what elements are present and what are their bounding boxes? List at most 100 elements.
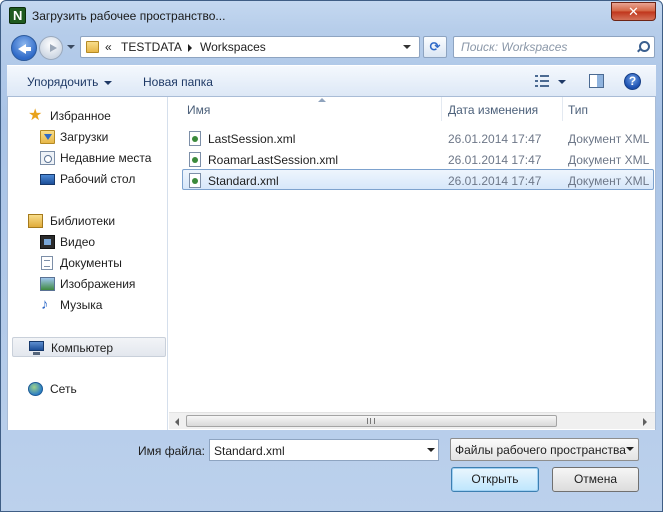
nav-libraries[interactable]: Библиотеки	[8, 211, 167, 231]
filename-input[interactable]: Standard.xml	[209, 439, 439, 461]
nav-downloads[interactable]: Загрузки	[8, 127, 167, 147]
chevron-down-icon	[104, 80, 113, 85]
app-icon	[9, 7, 26, 24]
filetype-select[interactable]: Файлы рабочего пространства	[450, 438, 639, 461]
navigation-pane: ★ Избранное Загрузки Недавние места Рабо…	[8, 97, 168, 430]
address-bar[interactable]: « TESTDATA Workspaces	[80, 36, 420, 58]
file-name: Standard.xml	[208, 174, 279, 188]
nav-desktop[interactable]: Рабочий стол	[8, 169, 167, 189]
view-options-icon[interactable]	[535, 75, 549, 87]
close-button[interactable]: ✕	[611, 2, 656, 21]
view-options-dropdown-icon[interactable]	[558, 80, 566, 84]
horizontal-scrollbar[interactable]	[169, 412, 655, 429]
video-icon	[40, 235, 55, 249]
refresh-button[interactable]: ⟳	[423, 36, 447, 58]
file-type: Документ XML	[568, 174, 650, 188]
nav-favorites-label: Избранное	[50, 109, 111, 123]
nav-pictures[interactable]: Изображения	[8, 274, 167, 294]
folder-icon	[86, 41, 99, 53]
file-name: RoamarLastSession.xml	[208, 153, 339, 167]
nav-video[interactable]: Видео	[8, 232, 167, 252]
filename-value: Standard.xml	[214, 444, 285, 458]
column-date-label: Дата изменения	[448, 103, 539, 117]
star-icon: ★	[28, 107, 43, 124]
search-input[interactable]: Поиск: Workspaces	[453, 36, 655, 58]
pictures-icon	[40, 277, 55, 291]
content-area: ★ Избранное Загрузки Недавние места Рабо…	[7, 97, 656, 430]
recent-places-icon	[40, 151, 55, 165]
scrollbar-thumb[interactable]	[186, 415, 557, 427]
forward-button[interactable]	[39, 36, 63, 60]
organize-label: Упорядочить	[27, 75, 99, 89]
nav-video-label: Видео	[60, 235, 96, 249]
nav-downloads-label: Загрузки	[60, 130, 109, 144]
nav-music[interactable]: ♪ Музыка	[8, 295, 167, 315]
nav-pictures-label: Изображения	[60, 277, 136, 291]
open-file-dialog: Загрузить рабочее пространство... ✕ « TE…	[0, 0, 663, 512]
nav-documents-label: Документы	[60, 256, 122, 270]
column-header-date[interactable]: Дата изменения	[442, 97, 562, 121]
recent-pages-dropdown-icon[interactable]	[67, 45, 75, 51]
filename-label: Имя файла:	[138, 444, 205, 458]
open-button[interactable]: Открыть	[451, 467, 539, 492]
nav-desktop-label: Рабочий стол	[60, 172, 136, 186]
nav-libraries-label: Библиотеки	[50, 214, 116, 228]
organize-button[interactable]: Упорядочить	[27, 75, 113, 89]
back-button[interactable]	[11, 35, 37, 61]
file-row[interactable]: RoamarLastSession.xml 26.01.2014 17:47 Д…	[183, 149, 655, 170]
title-bar: Загрузить рабочее пространство... ✕	[1, 1, 662, 31]
file-date: 26.01.2014 17:47	[448, 174, 542, 188]
computer-icon	[29, 341, 44, 355]
nav-computer[interactable]: Компьютер	[12, 337, 166, 357]
file-type: Документ XML	[568, 132, 650, 146]
file-name: LastSession.xml	[208, 132, 296, 146]
grip-icon	[367, 418, 375, 424]
file-type: Документ XML	[568, 153, 650, 167]
nav-network-label: Сеть	[50, 382, 77, 396]
breadcrumb-workspaces[interactable]: Workspaces	[200, 40, 266, 54]
file-row[interactable]: LastSession.xml 26.01.2014 17:47 Докумен…	[183, 128, 655, 149]
breadcrumb-separator-icon[interactable]	[188, 44, 192, 52]
chevron-down-icon	[626, 447, 634, 451]
column-name-label: Имя	[187, 103, 211, 117]
address-dropdown-icon[interactable]	[403, 45, 411, 49]
nav-recent-places[interactable]: Недавние места	[8, 148, 167, 168]
file-date: 26.01.2014 17:47	[448, 153, 542, 167]
xml-file-icon	[189, 152, 201, 167]
command-bar: Упорядочить Новая папка ?	[7, 65, 656, 97]
column-type-label: Тип	[568, 103, 589, 117]
music-icon: ♪	[41, 296, 49, 313]
documents-icon	[41, 256, 53, 270]
xml-file-icon	[189, 131, 201, 146]
window-title: Загрузить рабочее пространство...	[32, 9, 226, 23]
help-icon[interactable]: ?	[624, 73, 641, 90]
sort-ascending-icon	[318, 98, 326, 102]
preview-pane-icon[interactable]	[589, 74, 604, 88]
search-placeholder: Поиск: Workspaces	[461, 40, 568, 54]
file-date: 26.01.2014 17:47	[448, 132, 542, 146]
nav-documents[interactable]: Документы	[8, 253, 167, 273]
nav-computer-label: Компьютер	[51, 341, 114, 355]
cancel-button[interactable]: Отмена	[552, 467, 639, 492]
filetype-value: Файлы рабочего пространства	[455, 443, 626, 457]
nav-music-label: Музыка	[60, 298, 103, 312]
column-header-name[interactable]: Имя	[181, 97, 441, 121]
nav-recent-places-label: Недавние места	[60, 151, 152, 165]
file-row-selected[interactable]: Standard.xml 26.01.2014 17:47 Документ X…	[182, 169, 654, 190]
search-icon[interactable]	[637, 41, 650, 52]
desktop-icon	[40, 174, 55, 185]
nav-network[interactable]: Сеть	[8, 379, 167, 399]
libraries-icon	[28, 214, 43, 228]
breadcrumb-testdata[interactable]: TESTDATA	[121, 40, 182, 54]
file-list: Имя Дата изменения Тип LastSession.xml 2…	[169, 97, 655, 430]
nav-favorites[interactable]: ★ Избранное	[8, 106, 167, 126]
downloads-icon	[40, 130, 55, 144]
scroll-right-icon[interactable]	[643, 418, 647, 426]
xml-file-icon	[189, 173, 201, 188]
chevron-down-icon[interactable]	[427, 448, 435, 452]
network-icon	[28, 382, 43, 396]
breadcrumb-overflow[interactable]: «	[105, 40, 112, 54]
new-folder-button[interactable]: Новая папка	[143, 75, 213, 89]
column-header-type[interactable]: Тип	[562, 97, 655, 121]
scroll-left-icon[interactable]	[175, 418, 179, 426]
